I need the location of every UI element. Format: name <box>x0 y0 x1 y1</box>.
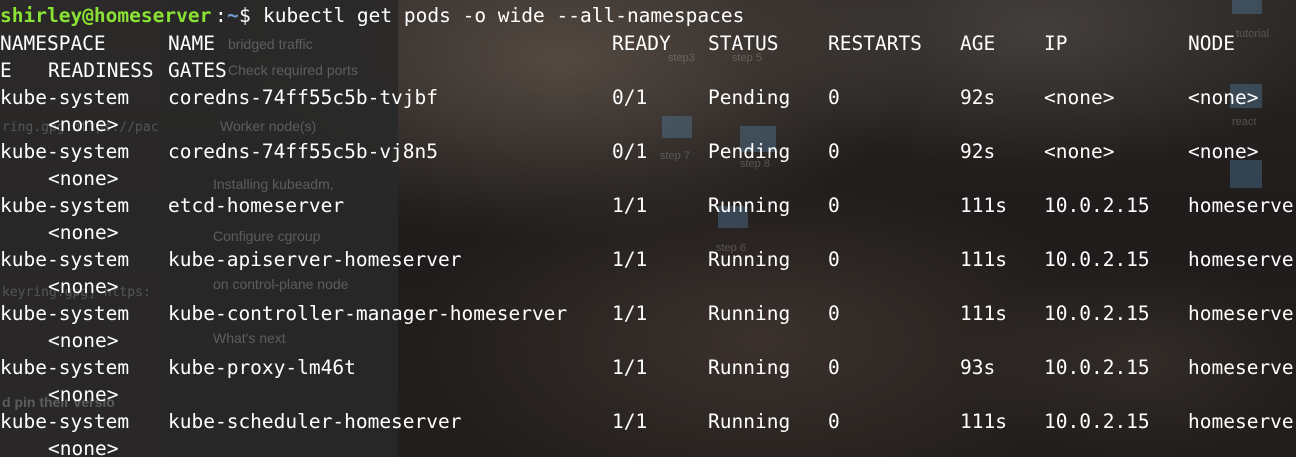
command-text: kubectl get pods -o wide --all-namespace… <box>263 4 745 27</box>
cell-ready: 0/1 <box>612 86 648 109</box>
cell-namespace: kube-system <box>0 248 130 271</box>
cell-age: 92s <box>960 86 996 109</box>
cell-age: 111s <box>960 410 1007 433</box>
cell-namespace: kube-system <box>0 356 130 379</box>
cell-node: homeserve <box>1188 302 1294 325</box>
terminal-output[interactable]: shirley@homeserver : ~ $ kubectl get pod… <box>0 0 1296 457</box>
header-wrap-prefix: E <box>0 59 12 82</box>
cell-namespace: kube-system <box>0 302 130 325</box>
cell-ip: 10.0.2.15 <box>1044 356 1150 379</box>
cell-restarts: 0 <box>828 410 840 433</box>
cell-readiness-gates: <none> <box>48 437 119 457</box>
cell-ip: 10.0.2.15 <box>1044 194 1150 217</box>
header-restarts: RESTARTS <box>828 32 922 55</box>
cell-readiness-gates: <none> <box>48 167 119 190</box>
cell-name: coredns-74ff55c5b-tvjbf <box>168 86 439 109</box>
prompt-user-host: shirley@homeserver <box>0 4 212 27</box>
header-node: NODE <box>1188 32 1235 55</box>
cell-age: 111s <box>960 194 1007 217</box>
cell-restarts: 0 <box>828 248 840 271</box>
cell-restarts: 0 <box>828 356 840 379</box>
cell-readiness-gates: <none> <box>48 383 119 406</box>
cell-ip: 10.0.2.15 <box>1044 302 1150 325</box>
cell-ip: 10.0.2.15 <box>1044 410 1150 433</box>
header-name: NAME <box>168 32 215 55</box>
cell-status: Pending <box>708 86 791 109</box>
cell-namespace: kube-system <box>0 194 130 217</box>
cell-ip: <none> <box>1044 140 1115 163</box>
cell-name: kube-scheduler-homeserver <box>168 410 462 433</box>
cell-age: 93s <box>960 356 996 379</box>
header-age: AGE <box>960 32 996 55</box>
cell-status: Running <box>708 248 791 271</box>
cell-status: Pending <box>708 140 791 163</box>
prompt-symbol: $ <box>239 4 263 27</box>
cell-ready: 0/1 <box>612 140 648 163</box>
header-ready: READY <box>612 32 671 55</box>
cell-name: coredns-74ff55c5b-vj8n5 <box>168 140 439 163</box>
cell-ready: 1/1 <box>612 194 648 217</box>
cell-status: Running <box>708 194 791 217</box>
cell-ready: 1/1 <box>612 356 648 379</box>
cell-readiness-gates: <none> <box>48 329 119 352</box>
cell-age: 92s <box>960 140 996 163</box>
header-readiness: READINESS <box>48 59 154 82</box>
cell-readiness-gates: <none> <box>48 221 119 244</box>
cell-status: Running <box>708 410 791 433</box>
cell-namespace: kube-system <box>0 86 130 109</box>
cell-age: 111s <box>960 302 1007 325</box>
cell-namespace: kube-system <box>0 140 130 163</box>
cell-name: etcd-homeserver <box>168 194 345 217</box>
cell-readiness-gates: <none> <box>48 275 119 298</box>
cell-restarts: 0 <box>828 194 840 217</box>
header-status: STATUS <box>708 32 779 55</box>
cell-ready: 1/1 <box>612 302 648 325</box>
cell-status: Running <box>708 302 791 325</box>
cell-name: kube-apiserver-homeserver <box>168 248 462 271</box>
cell-ip: <none> <box>1044 86 1115 109</box>
header-ip: IP <box>1044 32 1068 55</box>
cell-name: kube-proxy-lm46t <box>168 356 356 379</box>
cell-node: homeserve <box>1188 194 1294 217</box>
cell-status: Running <box>708 356 791 379</box>
cell-node: homeserve <box>1188 248 1294 271</box>
cell-name: kube-controller-manager-homeserver <box>168 302 568 325</box>
cell-ready: 1/1 <box>612 410 648 433</box>
prompt-line: shirley@homeserver : ~ $ kubectl get pod… <box>0 2 744 29</box>
table-header-wrap: E READINESS GATES <box>0 57 227 84</box>
cell-restarts: 0 <box>828 302 840 325</box>
cell-node: homeserve <box>1188 410 1294 433</box>
cell-ip: 10.0.2.15 <box>1044 248 1150 271</box>
cell-node: <none> <box>1188 140 1259 163</box>
prompt-separator: : <box>215 4 227 27</box>
header-gates: GATES <box>168 59 227 82</box>
prompt-path: ~ <box>227 4 239 27</box>
cell-readiness-gates: <none> <box>48 113 119 136</box>
cell-namespace: kube-system <box>0 410 130 433</box>
cell-ready: 1/1 <box>612 248 648 271</box>
cell-age: 111s <box>960 248 1007 271</box>
header-namespace: NAMESPACE <box>0 32 106 55</box>
cell-restarts: 0 <box>828 86 840 109</box>
table-header: NAMESPACE NAME READY STATUS RESTARTS AGE… <box>0 30 1235 57</box>
cell-node: <none> <box>1188 86 1259 109</box>
cell-restarts: 0 <box>828 140 840 163</box>
cell-node: homeserve <box>1188 356 1294 379</box>
